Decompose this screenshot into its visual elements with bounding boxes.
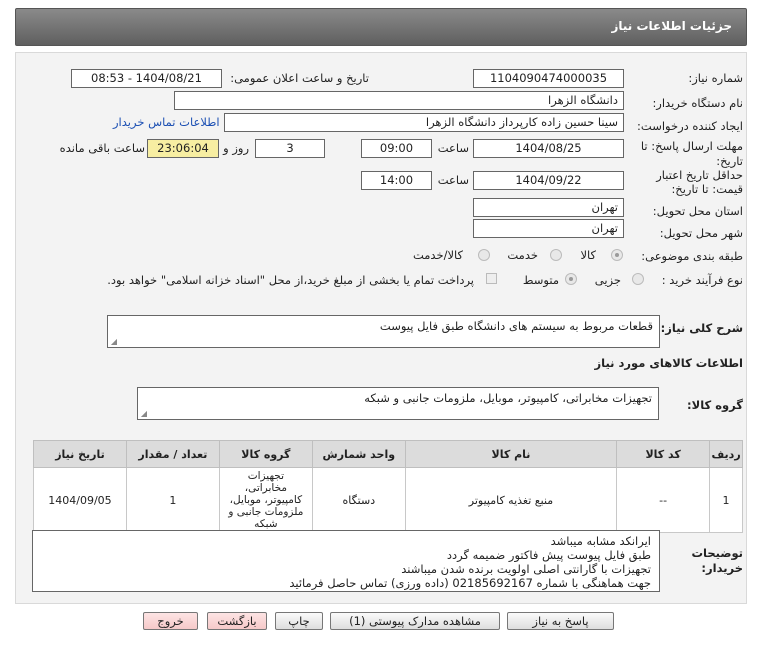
cell-name: منبع تغذیه کامپیوتر (404, 467, 618, 533)
validity-time-label: ساعت (437, 173, 469, 187)
goods-group-field: تجهیزات مخابراتی، کامپیوتر، موبایل، ملزو… (137, 387, 659, 420)
treasury-payment-checkbox[interactable] (486, 273, 497, 284)
col-group: گروه کالا (218, 440, 313, 468)
items-table: ردیف کد کالا نام کالا واحد شمارش گروه کا… (33, 440, 743, 533)
notes-line-3: تجهیزات با گارانتی اصلی اولویت برنده شدن… (401, 562, 651, 576)
goods-group-text: تجهیزات مخابراتی، کامپیوتر، موبایل، ملزو… (364, 391, 652, 405)
validity-label-2: قیمت: تا تاریخ: (671, 182, 743, 196)
col-date: تاریخ نیاز (33, 440, 127, 468)
deadline-date-field: 1404/08/25 (473, 139, 624, 158)
creator-label: ایجاد کننده درخواست: (637, 119, 743, 133)
category-goods-label: کالا (580, 248, 596, 262)
province-field: تهران (473, 198, 624, 217)
validity-label-1: حداقل تاریخ اعتبار (656, 168, 743, 182)
description-label: شرح کلی نیاز: (660, 321, 743, 335)
validity-date-field: 1404/09/22 (473, 171, 624, 190)
days-label: روز و (223, 141, 249, 155)
announce-label: تاریخ و ساعت اعلان عمومی: (230, 71, 369, 85)
category-label: طبقه بندی موضوعی: (641, 249, 743, 263)
notes-label-2: خریدار: (701, 561, 743, 575)
city-field: تهران (473, 219, 624, 238)
remaining-label: ساعت باقی مانده (59, 141, 145, 155)
deadline-time-field: 09:00 (361, 139, 432, 158)
province-label: استان محل تحویل: (652, 204, 743, 218)
notes-field: ایرانکد مشابه میباشد طبق فایل پیوست پیش … (32, 530, 660, 592)
col-row: ردیف (709, 440, 743, 468)
need-number-label: شماره نیاز: (688, 71, 743, 85)
col-code: کد کالا (616, 440, 711, 468)
reply-button[interactable]: پاسخ به نیاز (507, 612, 614, 630)
creator-field: سینا حسین زاده کارپرداز دانشگاه الزهرا (224, 113, 624, 132)
cell-qty: 1 (125, 467, 220, 533)
need-number-field: 1104090474000035 (473, 69, 624, 88)
resize-grip-icon[interactable]: ◢ (140, 410, 147, 418)
remaining-time-field: 23:06:04 (147, 139, 219, 158)
cell-row: 1 (709, 467, 743, 533)
col-name: نام کالا (404, 440, 618, 468)
announce-field: 1404/08/21 - 08:53 (71, 69, 222, 88)
buyer-label: نام دستگاه خریدار: (652, 96, 743, 110)
deadline-time-label: ساعت (437, 141, 469, 155)
purchase-minor-radio[interactable] (632, 273, 644, 285)
col-unit: واحد شمارش (311, 440, 406, 468)
notes-label-1: توضیحات (691, 546, 744, 560)
validity-time-field: 14:00 (361, 171, 432, 190)
goods-group-label: گروه کالا: (687, 398, 743, 412)
print-button[interactable]: چاپ (275, 612, 323, 630)
table-header-row: ردیف کد کالا نام کالا واحد شمارش گروه کا… (33, 440, 743, 468)
col-qty: تعداد / مقدار (125, 440, 220, 468)
cell-code: -- (616, 467, 711, 533)
purchase-medium-label: متوسط (522, 273, 559, 287)
cell-group: تجهیزات مخابراتی، کامپیوتر، موبایل، ملزو… (218, 467, 313, 533)
notes-line-1: ایرانکد مشابه میباشد (550, 534, 651, 548)
cell-unit: دستگاه (311, 467, 406, 533)
days-field: 3 (255, 139, 325, 158)
category-both-radio[interactable] (478, 249, 490, 261)
cell-date: 1404/09/05 (33, 467, 127, 533)
description-field: قطعات مربوط به سیستم های دانشگاه طبق فای… (107, 315, 660, 348)
purchase-minor-label: جزیی (594, 273, 621, 287)
purchase-medium-radio[interactable] (565, 273, 577, 285)
goods-section-title: اطلاعات کالاهای مورد نیاز (594, 356, 743, 370)
contact-info-link[interactable]: اطلاعات تماس خریدار (113, 115, 220, 129)
category-goods-radio[interactable] (611, 249, 623, 261)
deadline-label-2: تاریخ: (716, 154, 743, 168)
treasury-payment-text: پرداخت تمام یا بخشی از مبلغ خرید،از محل … (107, 273, 474, 287)
notes-line-4: جهت هماهنگی با شماره 02185692167 (داده و… (289, 576, 651, 590)
view-attachments-button[interactable]: مشاهده مدارک پیوستی (1) (330, 612, 500, 630)
resize-grip-icon[interactable]: ◢ (110, 338, 117, 346)
notes-line-2: طبق فایل پیوست پیش فاکتور ضمیمه گردد (446, 548, 651, 562)
buyer-field: دانشگاه الزهرا (174, 91, 624, 110)
category-service-radio[interactable] (550, 249, 562, 261)
page-title: جزئیات اطلاعات نیاز (611, 19, 732, 33)
back-button[interactable]: بازگشت (207, 612, 267, 630)
page-header: جزئیات اطلاعات نیاز (15, 8, 747, 46)
exit-button[interactable]: خروج (143, 612, 198, 630)
table-row: 1 -- منبع تغذیه کامپیوتر دستگاه تجهیزات … (33, 467, 743, 533)
deadline-label-1: مهلت ارسال پاسخ: تا (640, 139, 743, 153)
city-label: شهر محل تحویل: (659, 226, 743, 240)
description-text: قطعات مربوط به سیستم های دانشگاه طبق فای… (379, 319, 653, 333)
purchase-type-label: نوع فرآیند خرید : (661, 273, 743, 287)
category-service-label: خدمت (507, 248, 538, 262)
category-both-label: کالا/خدمت (412, 248, 463, 262)
